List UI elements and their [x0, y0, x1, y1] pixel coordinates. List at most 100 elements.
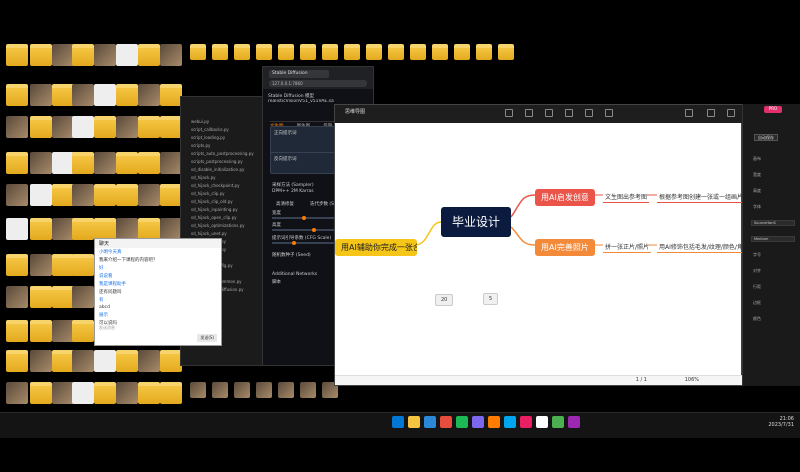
desktop-icon[interactable] [212, 44, 228, 60]
desktop-icon[interactable] [116, 152, 138, 174]
desktop-icon[interactable] [94, 44, 116, 66]
desktop-icon[interactable] [212, 382, 228, 398]
file-row[interactable]: webui.py [181, 119, 263, 127]
left-node[interactable]: 用AI辅助你完成一张合成 [335, 239, 417, 256]
taskbar-app-icon[interactable] [440, 416, 452, 428]
desktop-icon[interactable] [432, 44, 448, 60]
desktop-icon[interactable] [94, 184, 116, 206]
taskbar-app-icon[interactable] [568, 416, 580, 428]
branch-node-ideas[interactable]: 用AI启发创意 [535, 189, 595, 206]
desktop-icon[interactable] [52, 382, 74, 404]
desktop-icon[interactable] [278, 44, 294, 60]
desktop-icon[interactable] [388, 44, 404, 60]
desktop-icon[interactable] [94, 382, 116, 404]
desktop-icon[interactable] [72, 350, 94, 372]
property-item[interactable]: Medium [751, 236, 795, 242]
desktop-icon[interactable] [322, 44, 338, 60]
desktop-icon[interactable] [6, 218, 28, 240]
taskbar-app-icon[interactable] [488, 416, 500, 428]
desktop-icon[interactable] [52, 44, 74, 66]
sub-node-reference[interactable]: 文生图出参考图 [603, 191, 650, 203]
desktop-icon[interactable] [300, 44, 316, 60]
desktop-icon[interactable] [160, 84, 182, 106]
desktop-icon[interactable] [190, 44, 206, 60]
desktop-icon[interactable] [52, 84, 74, 106]
desktop-icon[interactable] [72, 84, 94, 106]
desktop-icon[interactable] [234, 44, 250, 60]
desktop-icon[interactable] [116, 350, 138, 372]
desktop-icon[interactable] [94, 218, 116, 240]
desktop-icon[interactable] [30, 254, 52, 276]
model-select[interactable]: realisticVisionV51_v51VAE.safetensors [1… [268, 99, 334, 104]
mindmap-window[interactable]: 思维导图 毕业设计 用AI启发创意 文生图出参考图 根据参考图创建一张或一组画片… [334, 104, 746, 386]
desktop-icon[interactable] [52, 350, 74, 372]
desktop-icon[interactable] [6, 152, 28, 174]
zoom-level[interactable]: 106% [685, 377, 699, 383]
desktop-icon[interactable] [6, 44, 28, 66]
desktop-icon[interactable] [116, 382, 138, 404]
sub-node-compose[interactable]: 拼一张正片/照片 [603, 241, 652, 253]
desktop-icon[interactable] [94, 350, 116, 372]
desktop-icon[interactable] [30, 320, 52, 342]
file-row[interactable]: scripts.py [181, 143, 263, 151]
desktop-icon[interactable] [72, 116, 94, 138]
desktop-icon[interactable] [116, 218, 138, 240]
file-row[interactable]: script_callbacks.py [181, 127, 263, 135]
file-row[interactable]: scripts_postprocessing.py [181, 159, 263, 167]
hires-checkbox[interactable]: 高清修复 [276, 201, 294, 207]
file-row[interactable]: sd_disable_initialization.py [181, 167, 263, 175]
desktop-icon[interactable] [138, 84, 160, 106]
chat-input[interactable]: 发送消息 [99, 325, 115, 331]
desktop-icon[interactable] [52, 286, 74, 308]
desktop-icon[interactable] [52, 152, 74, 174]
desktop-icon[interactable] [256, 44, 272, 60]
branch-node-photos[interactable]: 用AI完善照片 [535, 239, 595, 256]
desktop-icon[interactable] [138, 184, 160, 206]
center-node[interactable]: 毕业设计 [441, 207, 511, 237]
desktop-icon[interactable] [116, 84, 138, 106]
taskbar-app-icon[interactable] [536, 416, 548, 428]
marker-5[interactable]: 5 [483, 293, 499, 305]
desktop-icon[interactable] [476, 44, 492, 60]
desktop-icon[interactable] [30, 44, 52, 66]
desktop-icon[interactable] [6, 184, 28, 206]
marker-20[interactable]: 20 [435, 294, 454, 306]
desktop-icon[interactable] [160, 116, 182, 138]
desktop-icon[interactable] [72, 254, 94, 276]
desktop-icon[interactable] [116, 44, 138, 66]
desktop-icon[interactable] [454, 44, 470, 60]
desktop-icon[interactable] [6, 286, 28, 308]
desktop-icon[interactable] [52, 320, 74, 342]
desktop-icon[interactable] [278, 382, 294, 398]
desktop-icon[interactable] [72, 382, 94, 404]
file-row[interactable]: sd_hijack_clip_old.py [181, 199, 263, 207]
sub-node-retouch[interactable]: 用AI修饰包括毛发/纹理/颜色/角 [657, 241, 743, 253]
desktop-icon[interactable] [6, 254, 28, 276]
desktop-icon[interactable] [160, 382, 182, 404]
desktop-icon[interactable] [94, 84, 116, 106]
desktop-icon[interactable] [52, 254, 74, 276]
desktop-icon[interactable] [6, 320, 28, 342]
file-row[interactable]: sd_hijack_inpainting.py [181, 207, 263, 215]
file-row[interactable]: scripts_auto_postprocessing.py [181, 151, 263, 159]
sub-node-create[interactable]: 根据参考图创建一张或一组画片 [657, 191, 746, 203]
chat-window[interactable]: 聊天 小明今天真 我来介绍一下课程的内容吧？ 好说说看 我是课程助手 还有问题吗有 abc… [94, 238, 222, 346]
desktop-icon[interactable] [138, 152, 160, 174]
desktop-icon[interactable] [138, 116, 160, 138]
desktop-icon[interactable] [94, 152, 116, 174]
desktop-icon[interactable] [6, 84, 28, 106]
properties-panel[interactable]: 画布 宽度 高度 字体 SourceHanS Medium 字号 对齐 行距 边框 颜色 [742, 104, 800, 386]
desktop-icon[interactable] [160, 350, 182, 372]
desktop-icon[interactable] [138, 350, 160, 372]
taskbar-app-icon[interactable] [520, 416, 532, 428]
file-row[interactable]: sd_hijack_clip.py [181, 191, 263, 199]
desktop-icon[interactable] [138, 218, 160, 240]
desktop-icon[interactable] [138, 382, 160, 404]
desktop-icon[interactable] [94, 116, 116, 138]
desktop-icon[interactable] [498, 44, 514, 60]
desktop-icon[interactable] [116, 184, 138, 206]
taskbar-app-icon[interactable] [504, 416, 516, 428]
desktop-icon[interactable] [6, 382, 28, 404]
taskbar-app-icon[interactable] [456, 416, 468, 428]
desktop-icon[interactable] [138, 44, 160, 66]
